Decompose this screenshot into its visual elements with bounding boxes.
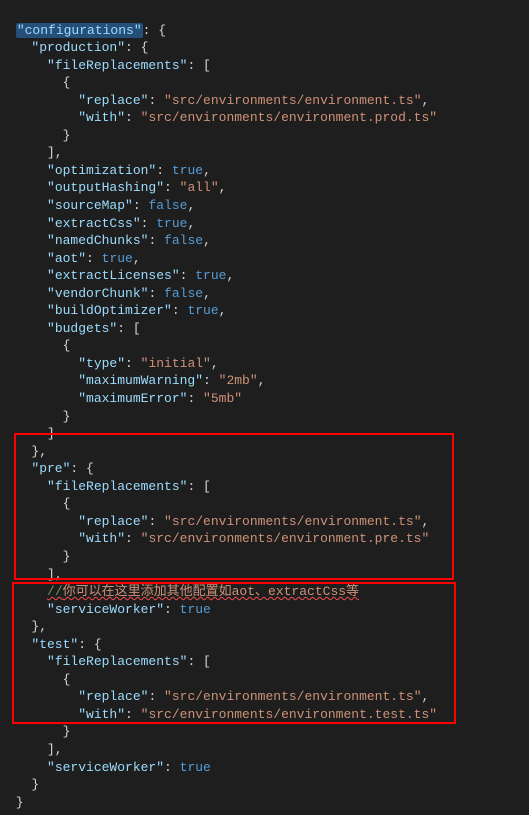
key-replace: "replace" bbox=[78, 514, 148, 529]
key-fileReplacements: "fileReplacements" bbox=[47, 654, 187, 669]
code-editor[interactable]: "configurations": { "production": { "fil… bbox=[0, 0, 529, 815]
key-configurations: "configurations" bbox=[16, 23, 143, 38]
key-buildOptimizer: "buildOptimizer" bbox=[47, 303, 172, 318]
key-maximumError: "maximumError" bbox=[78, 391, 187, 406]
key-production: "production" bbox=[31, 40, 125, 55]
string-value: "src/environments/environment.ts" bbox=[164, 93, 421, 108]
string-value: "2mb" bbox=[219, 373, 258, 388]
key-serviceWorker: "serviceWorker" bbox=[47, 760, 164, 775]
bool-value: true bbox=[187, 303, 218, 318]
bool-value: true bbox=[156, 216, 187, 231]
key-budgets: "budgets" bbox=[47, 321, 117, 336]
bool-value: true bbox=[180, 602, 211, 617]
key-with: "with" bbox=[78, 110, 125, 125]
string-value: "all" bbox=[180, 180, 219, 195]
string-value: "initial" bbox=[141, 356, 211, 371]
key-test: "test" bbox=[31, 637, 78, 652]
string-value: "5mb" bbox=[203, 391, 242, 406]
string-value: "src/environments/environment.prod.ts" bbox=[141, 110, 437, 125]
bool-value: true bbox=[172, 163, 203, 178]
key-with: "with" bbox=[78, 531, 125, 546]
bool-value: true bbox=[102, 251, 133, 266]
key-serviceWorker: "serviceWorker" bbox=[47, 602, 164, 617]
string-value: "src/environments/environment.pre.ts" bbox=[141, 531, 430, 546]
comment-slashes: // bbox=[47, 584, 63, 599]
key-with: "with" bbox=[78, 707, 125, 722]
key-vendorChunk: "vendorChunk" bbox=[47, 286, 148, 301]
bool-value: false bbox=[148, 198, 187, 213]
comment-text: 你可以在这里添加其他配置如aot、extractCss等 bbox=[63, 584, 359, 599]
key-namedChunks: "namedChunks" bbox=[47, 233, 148, 248]
key-type: "type" bbox=[78, 356, 125, 371]
bool-value: false bbox=[164, 286, 203, 301]
key-replace: "replace" bbox=[78, 93, 148, 108]
key-aot: "aot" bbox=[47, 251, 86, 266]
key-replace: "replace" bbox=[78, 689, 148, 704]
key-maximumWarning: "maximumWarning" bbox=[78, 373, 203, 388]
bool-value: true bbox=[180, 760, 211, 775]
key-outputHashing: "outputHashing" bbox=[47, 180, 164, 195]
key-pre: "pre" bbox=[31, 461, 70, 476]
bool-value: false bbox=[164, 233, 203, 248]
string-value: "src/environments/environment.ts" bbox=[164, 514, 421, 529]
string-value: "src/environments/environment.test.ts" bbox=[141, 707, 437, 722]
bool-value: true bbox=[195, 268, 226, 283]
key-extractLicenses: "extractLicenses" bbox=[47, 268, 180, 283]
key-fileReplacements: "fileReplacements" bbox=[47, 479, 187, 494]
string-value: "src/environments/environment.ts" bbox=[164, 689, 421, 704]
key-extractCss: "extractCss" bbox=[47, 216, 141, 231]
key-optimization: "optimization" bbox=[47, 163, 156, 178]
key-sourceMap: "sourceMap" bbox=[47, 198, 133, 213]
key-fileReplacements: "fileReplacements" bbox=[47, 58, 187, 73]
